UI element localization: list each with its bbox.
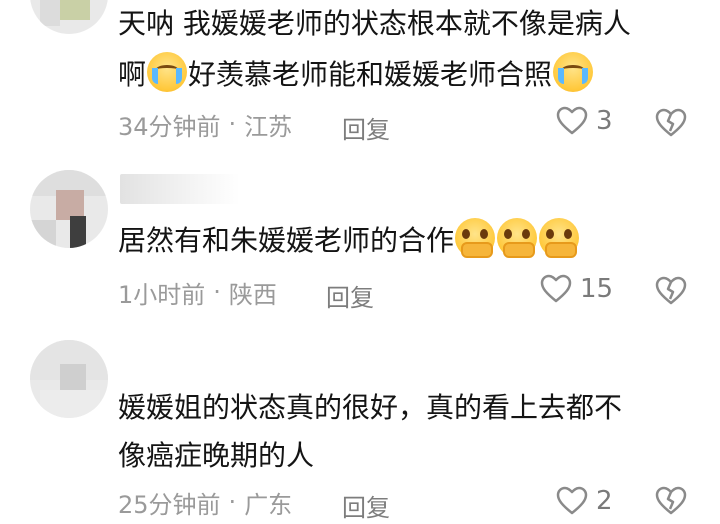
comment-text: 媛媛姐的状态真的很好，真的看上去都不	[118, 391, 623, 424]
comment-text: 啊好羡慕老师能和媛媛老师合照	[118, 52, 594, 97]
timestamp: 1小时前	[118, 280, 206, 309]
avatar[interactable]	[30, 0, 108, 34]
pleading-face-emoji-icon	[455, 218, 496, 258]
heart-outline-icon	[556, 106, 588, 135]
reply-button[interactable]: 回复	[326, 278, 374, 313]
like-count: 15	[580, 274, 614, 304]
avatar[interactable]	[30, 170, 108, 248]
avatar[interactable]	[30, 340, 108, 418]
comment-meta: 25分钟前 · 广东	[118, 482, 292, 522]
location: 江苏	[244, 112, 293, 141]
reply-button[interactable]: 回复	[342, 110, 390, 145]
broken-heart-icon	[655, 108, 687, 137]
reply-button[interactable]: 回复	[342, 488, 390, 523]
like-button[interactable]: 15	[540, 274, 613, 304]
like-count: 2	[596, 486, 613, 516]
comment-text: 像癌症晚期的人	[118, 439, 315, 472]
comment-text: 天呐 我媛媛老师的状态根本就不像是病人	[118, 7, 631, 40]
comment-text: 居然有和朱媛媛老师的合作	[118, 218, 580, 263]
meta-separator: ·	[213, 278, 221, 306]
timestamp: 34分钟前	[118, 112, 221, 141]
like-button[interactable]: 3	[556, 106, 613, 136]
like-button[interactable]: 2	[556, 486, 613, 516]
pleading-face-emoji-icon	[497, 218, 538, 258]
like-count: 3	[596, 106, 613, 136]
comment-meta: 1小时前 · 陕西	[118, 272, 277, 312]
pleading-face-emoji-icon	[539, 218, 580, 258]
dislike-button[interactable]	[654, 276, 688, 310]
location: 陕西	[228, 280, 277, 309]
heart-outline-icon	[556, 486, 588, 515]
username[interactable]	[120, 174, 240, 204]
meta-separator: ·	[228, 488, 237, 516]
crying-face-emoji-icon	[553, 52, 594, 92]
heart-outline-icon	[540, 274, 572, 303]
broken-heart-icon	[655, 276, 687, 305]
crying-face-emoji-icon	[147, 52, 188, 92]
location: 广东	[244, 490, 293, 519]
broken-heart-icon	[655, 486, 687, 515]
comment-meta: 34分钟前 · 江苏	[118, 104, 292, 144]
meta-separator: ·	[228, 110, 237, 138]
timestamp: 25分钟前	[118, 490, 221, 519]
dislike-button[interactable]	[654, 108, 688, 142]
dislike-button[interactable]	[654, 486, 688, 520]
